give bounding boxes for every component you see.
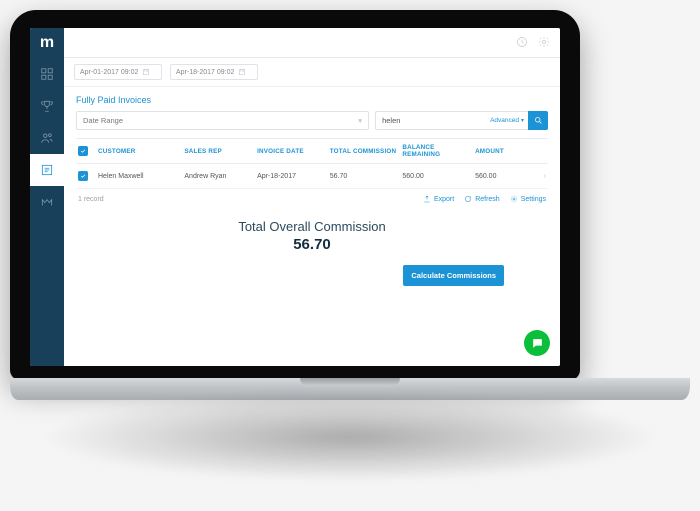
select-all-checkbox[interactable] bbox=[78, 146, 88, 156]
settings-button[interactable]: Settings bbox=[510, 195, 546, 203]
export-icon bbox=[423, 195, 431, 203]
calendar-icon bbox=[238, 68, 246, 76]
search-icon bbox=[534, 116, 543, 125]
search-button[interactable] bbox=[528, 111, 548, 130]
cell-customer: Helen Maxwell bbox=[98, 173, 180, 180]
search-input[interactable]: helen Advanced▾ bbox=[375, 111, 528, 130]
sidebar-item-leaderboard[interactable] bbox=[30, 90, 64, 122]
table-header: CUSTOMER SALES REP INVOICE DATE TOTAL CO… bbox=[76, 138, 548, 164]
filter-row: Date Range ▾ helen Advanced▾ bbox=[64, 109, 560, 138]
col-sales-rep[interactable]: SALES REP bbox=[184, 148, 253, 155]
chat-icon bbox=[531, 337, 544, 350]
chevron-down-icon: ▾ bbox=[358, 116, 362, 125]
record-count: 1 record bbox=[78, 196, 104, 203]
table-actions: Export Refresh Settings bbox=[423, 195, 546, 203]
date-to-value: Apr-18-2017 09:02 bbox=[176, 69, 234, 76]
row-checkbox[interactable] bbox=[78, 171, 88, 181]
dropdown-label: Date Range bbox=[83, 116, 123, 125]
sidebar bbox=[30, 58, 64, 366]
total-commission-label: Total Overall Commission bbox=[64, 219, 560, 234]
main-content: Apr-01-2017 09:02 Apr-18-2017 09:02 Full… bbox=[64, 58, 560, 366]
col-invoice-date[interactable]: INVOICE DATE bbox=[257, 148, 326, 155]
cell-sales-rep: Andrew Ryan bbox=[184, 173, 253, 180]
date-range-bar: Apr-01-2017 09:02 Apr-18-2017 09:02 bbox=[64, 58, 560, 87]
calendar-icon bbox=[142, 68, 150, 76]
cell-total-commission: 56.70 bbox=[330, 173, 399, 180]
clock-icon[interactable] bbox=[516, 36, 528, 50]
refresh-icon bbox=[464, 195, 472, 203]
chevron-right-icon[interactable]: › bbox=[534, 173, 546, 180]
invoice-table: CUSTOMER SALES REP INVOICE DATE TOTAL CO… bbox=[76, 138, 548, 189]
sidebar-item-invoices[interactable] bbox=[30, 154, 64, 186]
brand-letter: m bbox=[40, 35, 54, 51]
table-row[interactable]: Helen Maxwell Andrew Ryan Apr-18-2017 56… bbox=[76, 164, 548, 189]
col-total-commission[interactable]: TOTAL COMMISSION bbox=[330, 148, 399, 155]
top-bar: m bbox=[30, 28, 560, 58]
col-customer[interactable]: CUSTOMER bbox=[98, 148, 180, 155]
cell-invoice-date: Apr-18-2017 bbox=[257, 173, 326, 180]
sidebar-item-dashboard[interactable] bbox=[30, 58, 64, 90]
gear-icon[interactable] bbox=[538, 36, 550, 50]
table-footer: 1 record Export Refresh Settings bbox=[64, 189, 560, 209]
screen-bezel: m Apr bbox=[10, 10, 580, 380]
sidebar-item-brand[interactable] bbox=[30, 186, 64, 218]
brand-logo[interactable]: m bbox=[30, 28, 64, 58]
search-group: helen Advanced▾ bbox=[375, 111, 548, 130]
refresh-button[interactable]: Refresh bbox=[464, 195, 500, 203]
chevron-down-icon: ▾ bbox=[521, 117, 524, 124]
date-range-dropdown[interactable]: Date Range ▾ bbox=[76, 111, 369, 130]
totals-block: Total Overall Commission 56.70 bbox=[64, 219, 560, 253]
topbar-actions bbox=[516, 36, 550, 50]
advanced-search-link[interactable]: Advanced▾ bbox=[486, 117, 528, 124]
col-balance-remaining[interactable]: BALANCE REMAINING bbox=[402, 144, 471, 158]
chat-fab[interactable] bbox=[524, 330, 550, 356]
date-from-value: Apr-01-2017 09:02 bbox=[80, 69, 138, 76]
cell-amount: 560.00 bbox=[475, 173, 530, 180]
app-screen: m Apr bbox=[30, 28, 560, 366]
laptop-frame: m Apr bbox=[10, 10, 690, 482]
date-from-input[interactable]: Apr-01-2017 09:02 bbox=[74, 64, 162, 80]
search-value: helen bbox=[376, 112, 486, 129]
cell-balance-remaining: 560.00 bbox=[402, 173, 471, 180]
total-commission-value: 56.70 bbox=[64, 236, 560, 253]
sidebar-item-people[interactable] bbox=[30, 122, 64, 154]
date-to-input[interactable]: Apr-18-2017 09:02 bbox=[170, 64, 258, 80]
col-amount[interactable]: AMOUNT bbox=[475, 148, 530, 155]
gear-icon bbox=[510, 195, 518, 203]
laptop-shadow bbox=[40, 392, 660, 482]
calculate-commissions-button[interactable]: Calculate Commissions bbox=[403, 265, 504, 286]
export-button[interactable]: Export bbox=[423, 195, 454, 203]
section-title: Fully Paid Invoices bbox=[64, 87, 560, 109]
